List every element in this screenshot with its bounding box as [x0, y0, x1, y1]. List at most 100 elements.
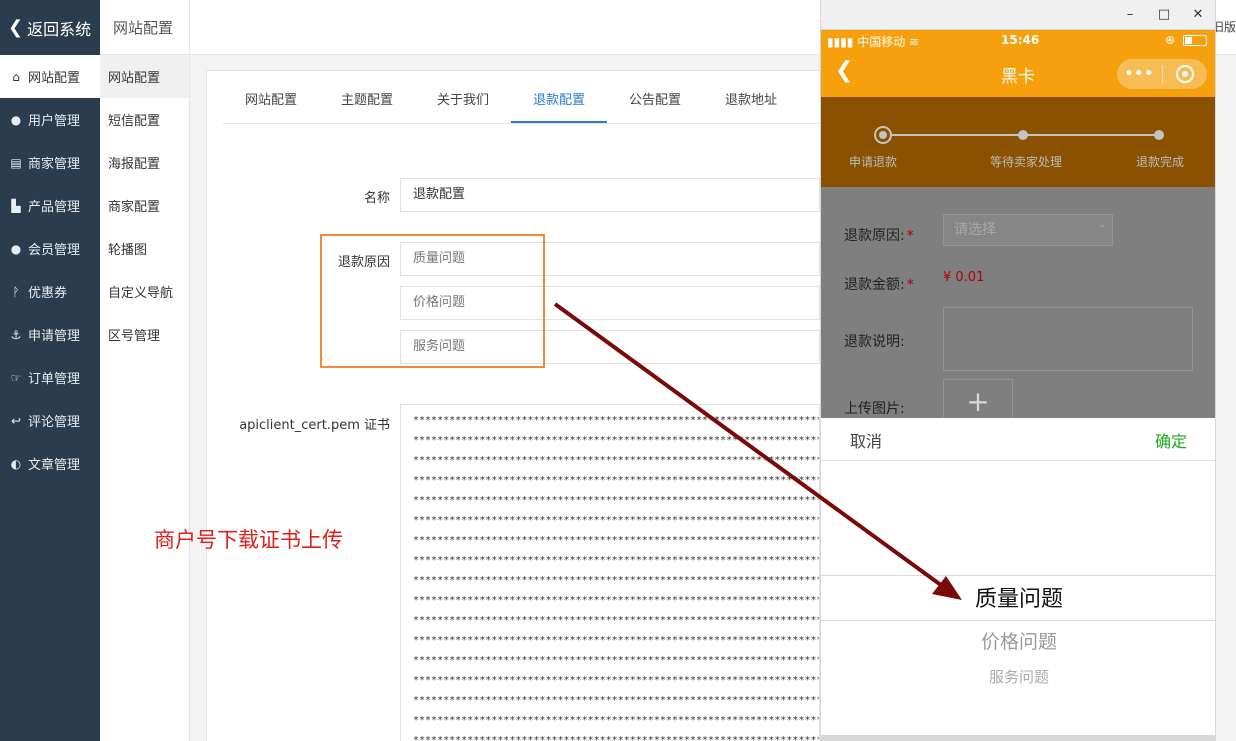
- cert-line: ****************************************…: [413, 475, 820, 486]
- chevron-left-icon: ❮: [8, 17, 24, 38]
- reason-picker: 取消 确定 质量问题 价格问题 服务问题: [821, 418, 1215, 741]
- exit-icon[interactable]: [1162, 65, 1207, 83]
- amount-value: ¥ 0.01: [943, 270, 985, 285]
- half-circle-icon: ◐: [10, 456, 22, 471]
- sidebar-item-merchants[interactable]: ▤ 商家管理: [0, 141, 100, 184]
- step-label-waiting: 等待卖家处理: [990, 155, 1063, 169]
- cert-line: ****************************************…: [413, 455, 820, 466]
- progress-step-2: [1018, 130, 1028, 140]
- cert-line: ****************************************…: [413, 655, 820, 666]
- sidebar-item-label: 会员管理: [28, 243, 81, 258]
- back-label: 返回系统: [27, 19, 92, 39]
- sub-item-carousel[interactable]: 轮播图: [100, 227, 189, 270]
- carrier-signal: ▮▮▮▮ 中国移动 ≋: [827, 35, 920, 49]
- tab-notice-config[interactable]: 公告配置: [607, 87, 703, 123]
- progress-step-3: [1154, 130, 1164, 140]
- sidebar-item-comments[interactable]: ↩ 评论管理: [0, 399, 100, 442]
- chevron-up-icon: ^: [1097, 224, 1106, 235]
- picker-confirm-button[interactable]: 确定: [1155, 428, 1187, 452]
- step-label-apply: 申请退款: [849, 155, 898, 169]
- main-sidebar: ❮ 返回系统 ⌂ 网站配置 ● 用户管理 ▤ 商家管理 ▙ 产品管理 ● 会员管…: [0, 0, 100, 741]
- sidebar-item-label: 优惠券: [28, 286, 68, 301]
- desc-textarea[interactable]: [943, 307, 1193, 371]
- picker-cancel-button[interactable]: 取消: [850, 428, 882, 452]
- tab-site-config[interactable]: 网站配置: [223, 87, 319, 123]
- sidebar-item-applications[interactable]: ⚓ 申请管理: [0, 313, 100, 356]
- sub-item-area-code[interactable]: 区号管理: [100, 313, 189, 356]
- sub-sidebar-title: 网站配置: [100, 0, 189, 55]
- annotation-text: 商户号下载证书上传: [154, 528, 343, 552]
- sidebar-item-label: 用户管理: [28, 114, 81, 129]
- cert-line: ****************************************…: [413, 415, 820, 426]
- members-icon: ●: [10, 241, 22, 256]
- sidebar-item-articles[interactable]: ◐ 文章管理: [0, 442, 100, 485]
- cert-line: ****************************************…: [413, 735, 820, 741]
- picker-selection-bottom: [821, 620, 1215, 621]
- sidebar-item-site-config[interactable]: ⌂ 网站配置: [0, 55, 100, 98]
- more-icon[interactable]: •••: [1117, 66, 1162, 82]
- sub-item-custom-nav[interactable]: 自定义导航: [100, 270, 189, 313]
- progress-step-current: [874, 126, 892, 144]
- cert-line: ****************************************…: [413, 535, 820, 546]
- sidebar-item-users[interactable]: ● 用户管理: [0, 98, 100, 141]
- cert-line: ****************************************…: [413, 695, 820, 706]
- cert-line: ****************************************…: [413, 495, 820, 506]
- tab-theme-config[interactable]: 主题配置: [319, 87, 415, 123]
- maximize-button[interactable]: □: [1147, 7, 1181, 22]
- phone-nav-bar: ❮ 黑卡 •••: [821, 50, 1215, 97]
- picker-option-service[interactable]: 服务问题: [821, 666, 1215, 687]
- sidebar-item-products[interactable]: ▙ 产品管理: [0, 184, 100, 227]
- cert-line: ****************************************…: [413, 715, 820, 726]
- cert-line: ****************************************…: [413, 435, 820, 446]
- picker-header: 取消 确定: [821, 418, 1215, 461]
- desc-label: 退款说明:: [844, 334, 905, 350]
- upload-label: 上传图片:: [844, 401, 905, 417]
- reason-label: 退款原因: *: [844, 228, 914, 244]
- sub-item-sms-config[interactable]: 短信配置: [100, 98, 189, 141]
- cart-icon: ▙: [11, 198, 21, 213]
- step-label-done: 退款完成: [1136, 155, 1185, 169]
- name-input[interactable]: 退款配置: [400, 178, 820, 212]
- tab-refund-address[interactable]: 退款地址: [703, 87, 799, 123]
- sub-item-site-config[interactable]: 网站配置: [100, 55, 189, 98]
- cert-textarea[interactable]: ****************************************…: [400, 404, 820, 741]
- back-to-system-button[interactable]: ❮ 返回系统: [0, 0, 100, 55]
- sidebar-item-members[interactable]: ● 会员管理: [0, 227, 100, 270]
- cert-line: ****************************************…: [413, 515, 820, 526]
- tab-refund-config[interactable]: 退款配置: [511, 87, 607, 123]
- coupon-icon: ᚹ: [12, 284, 20, 299]
- user-icon: ●: [10, 112, 22, 127]
- anchor-icon: ⚓: [10, 327, 22, 342]
- refund-reasons-highlight-box: [320, 234, 545, 368]
- amount-label: 退款金额: *: [844, 277, 914, 293]
- name-label: 名称: [363, 191, 390, 206]
- sub-item-poster-config[interactable]: 海报配置: [100, 141, 189, 184]
- phone-simulator-window: – □ ✕ ▮▮▮▮ 中国移动 ≋ 15:46 ⊕ ❮ 黑卡 ••• 申请退款 …: [820, 0, 1216, 741]
- cert-line: ****************************************…: [413, 595, 820, 606]
- sidebar-item-orders[interactable]: ☞ 订单管理: [0, 356, 100, 399]
- picker-option-price[interactable]: 价格问题: [821, 627, 1215, 654]
- reply-icon: ↩: [10, 413, 22, 428]
- config-tabs: 网站配置 主题配置 关于我们 退款配置 公告配置 退款地址: [223, 87, 833, 124]
- close-button[interactable]: ✕: [1181, 7, 1215, 22]
- location-icon: ⊕: [1164, 33, 1175, 47]
- cert-line: ****************************************…: [413, 675, 820, 686]
- tab-about-us[interactable]: 关于我们: [415, 87, 511, 123]
- thumb-icon: ☞: [10, 370, 22, 385]
- minimize-button[interactable]: –: [1113, 7, 1147, 22]
- sidebar-item-label: 申请管理: [28, 329, 81, 344]
- cert-label: apiclient_cert.pem 证书: [239, 418, 390, 433]
- sub-sidebar: 网站配置 网站配置 短信配置 海报配置 商家配置 轮播图 自定义导航 区号管理: [100, 0, 190, 741]
- reason-placeholder: 请选择: [954, 222, 996, 238]
- sidebar-item-label: 网站配置: [28, 71, 81, 86]
- picker-option-quality[interactable]: 质量问题: [821, 581, 1215, 613]
- cert-line: ****************************************…: [413, 615, 820, 626]
- window-title-bar: – □ ✕: [821, 0, 1215, 30]
- cert-line: ****************************************…: [413, 555, 820, 566]
- reason-select[interactable]: 请选择 ^: [943, 214, 1113, 246]
- sub-item-merchant-config[interactable]: 商家配置: [100, 184, 189, 227]
- refund-form-dimmed: 申请退款 等待卖家处理 退款完成 退款原因: * 请选择 ^ 退款金额: * ¥ 0…: [821, 97, 1215, 429]
- cert-line: ****************************************…: [413, 635, 820, 646]
- sidebar-item-coupons[interactable]: ᚹ 优惠券: [0, 270, 100, 313]
- sidebar-item-label: 商家管理: [28, 157, 81, 172]
